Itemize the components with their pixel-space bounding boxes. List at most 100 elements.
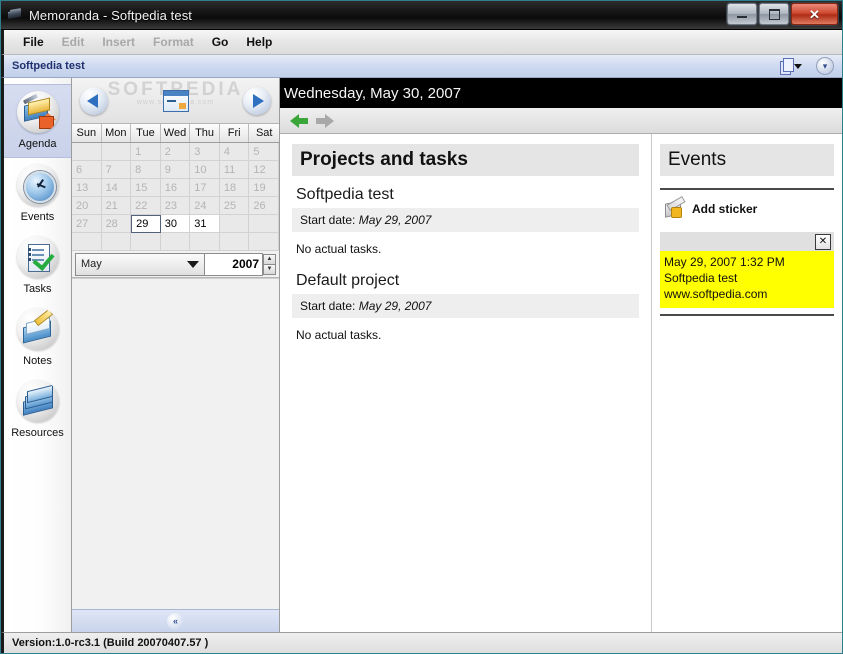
window-controls: ✕ <box>727 3 838 25</box>
project-entry: Softpedia test Start date: May 29, 2007 … <box>292 186 639 272</box>
year-stepper[interactable]: ▲ ▼ <box>263 253 276 275</box>
sidebar-item-events[interactable]: Events <box>4 158 71 230</box>
calendar-day-23[interactable]: 23 <box>160 197 191 215</box>
calendar-today-icon[interactable] <box>162 89 189 112</box>
document-bar-actions: ▾ <box>780 55 834 77</box>
calendar-day-26[interactable]: 26 <box>249 197 279 215</box>
project-name: Softpedia test <box>296 186 394 203</box>
weekday-wed: Wed <box>161 124 191 142</box>
maximize-icon <box>768 8 780 20</box>
project-tasks-note: No actual tasks. <box>296 242 382 256</box>
calendar-day-18[interactable]: 18 <box>219 179 250 197</box>
calendar-day-20[interactable]: 20 <box>72 197 102 215</box>
menu-item-insert: Insert <box>102 35 136 49</box>
calendar-filler <box>72 278 279 609</box>
maximize-button[interactable] <box>759 3 789 25</box>
calendar-day-1[interactable]: 1 <box>131 143 161 161</box>
calendar-day-28[interactable]: 28 <box>101 215 132 233</box>
sticker-line-2: Softpedia test <box>664 271 738 286</box>
arrow-back-icon[interactable] <box>290 113 308 128</box>
calendar-day-empty <box>72 233 102 251</box>
calendar-day-empty <box>219 215 250 233</box>
sidebar-item-label: Tasks <box>23 283 52 295</box>
start-date-label: Start date: <box>300 299 356 313</box>
calendar-day-8[interactable]: 8 <box>131 161 161 179</box>
content-split: Projects and tasks Softpedia test Start … <box>280 134 842 632</box>
window-title: Memoranda - Softpedia test <box>29 7 193 23</box>
calendar-day-27[interactable]: 27 <box>72 215 102 233</box>
calendar-day-24[interactable]: 24 <box>190 197 220 215</box>
calendar-day-30[interactable]: 30 <box>160 215 191 233</box>
calendar-day-2[interactable]: 2 <box>160 143 191 161</box>
sticker-body[interactable]: May 29, 2007 1:32 PM Softpedia test www.… <box>660 251 834 308</box>
year-decrement-button[interactable]: ▼ <box>263 263 276 275</box>
calendar-weekday-header: Sun Mon Tue Wed Thu Fri Sat <box>72 124 279 143</box>
collapse-icon[interactable]: « <box>167 612 184 630</box>
calendar-day-9[interactable]: 9 <box>160 161 191 179</box>
arrow-left-icon[interactable] <box>80 86 108 115</box>
divider <box>660 188 834 190</box>
minimize-button[interactable] <box>727 3 757 25</box>
start-date-value: May 29, 2007 <box>358 299 432 313</box>
calendar-day-16[interactable]: 16 <box>160 179 191 197</box>
year-input[interactable]: 2007 <box>205 252 263 276</box>
notes-icon <box>16 308 59 350</box>
menu-item-file[interactable]: File <box>14 33 53 51</box>
calendar-day-empty <box>219 233 250 251</box>
close-button[interactable]: ✕ <box>791 3 838 25</box>
calendar-day-21[interactable]: 21 <box>101 197 132 215</box>
calendar-day-14[interactable]: 14 <box>101 179 132 197</box>
calendar-day-5[interactable]: 5 <box>249 143 279 161</box>
year-value: 2007 <box>232 257 259 271</box>
collapse-panel-bar[interactable]: « <box>72 609 279 632</box>
sticker-line-3: www.softpedia.com <box>664 287 768 302</box>
calendar-day-15[interactable]: 15 <box>131 179 161 197</box>
calendar-day-12[interactable]: 12 <box>249 161 279 179</box>
project-start-date: Start date: May 29, 2007 <box>292 208 639 232</box>
calendar-day-29[interactable]: 29 <box>131 215 161 233</box>
arrow-forward-icon <box>316 113 334 128</box>
main-column: Wednesday, May 30, 2007 Projects and tas… <box>280 78 842 632</box>
menu-item-help[interactable]: Help <box>237 33 281 51</box>
calendar-day-17[interactable]: 17 <box>190 179 220 197</box>
calendar-day-25[interactable]: 25 <box>219 197 250 215</box>
chevron-double-down-icon[interactable]: ▾ <box>816 57 834 75</box>
calendar-day-empty <box>190 233 220 251</box>
calendar-day-31[interactable]: 31 <box>190 215 220 233</box>
minimize-icon <box>737 16 747 18</box>
calendar-day-empty <box>72 143 102 161</box>
menu-item-format: Format <box>153 35 194 49</box>
menu-item-go[interactable]: Go <box>203 33 238 51</box>
year-increment-button[interactable]: ▲ <box>263 253 276 264</box>
month-select[interactable]: May <box>75 252 205 276</box>
sidebar-item-tasks[interactable]: Tasks <box>4 230 71 302</box>
calendar-day-10[interactable]: 10 <box>190 161 220 179</box>
sidebar-item-resources[interactable]: Resources <box>4 374 71 446</box>
calendar-day-19[interactable]: 19 <box>249 179 279 197</box>
calendar-day-13[interactable]: 13 <box>72 179 102 197</box>
calendar-day-7[interactable]: 7 <box>101 161 132 179</box>
sidebar-item-label: Agenda <box>18 138 57 150</box>
calendar-day-4[interactable]: 4 <box>219 143 250 161</box>
start-date-label: Start date: <box>300 213 356 227</box>
calendar-day-3[interactable]: 3 <box>190 143 220 161</box>
sidebar-item-label: Notes <box>23 355 52 367</box>
sidebar-item-notes[interactable]: Notes <box>4 302 71 374</box>
project-name: Default project <box>296 272 400 289</box>
calendar-day-11[interactable]: 11 <box>219 161 250 179</box>
arrow-right-icon[interactable] <box>243 86 271 115</box>
project-entry: Default project Start date: May 29, 2007… <box>292 272 639 358</box>
new-document-icon[interactable] <box>780 58 802 75</box>
add-sticker-button[interactable]: Add sticker <box>660 195 834 228</box>
sidebar-item-agenda[interactable]: Agenda <box>4 84 71 158</box>
calendar-day-6[interactable]: 6 <box>72 161 102 179</box>
project-start-date: Start date: May 29, 2007 <box>292 294 639 318</box>
sticker-close-button[interactable]: ✕ <box>815 233 831 250</box>
calendar-grid: 1 2 3 4 5 6 7 8 9 10 11 12 13 14 15 16 17 18 19 20 21 22 23 24 2… <box>72 143 279 251</box>
sidebar-item-label: Resources <box>11 427 64 439</box>
calendar-day-22[interactable]: 22 <box>131 197 161 215</box>
project-tasks-note: No actual tasks. <box>296 328 382 342</box>
calendar-day-empty <box>249 233 279 251</box>
add-sticker-label: Add sticker <box>692 202 758 216</box>
document-bar: Softpedia test ▾ <box>1 55 842 78</box>
